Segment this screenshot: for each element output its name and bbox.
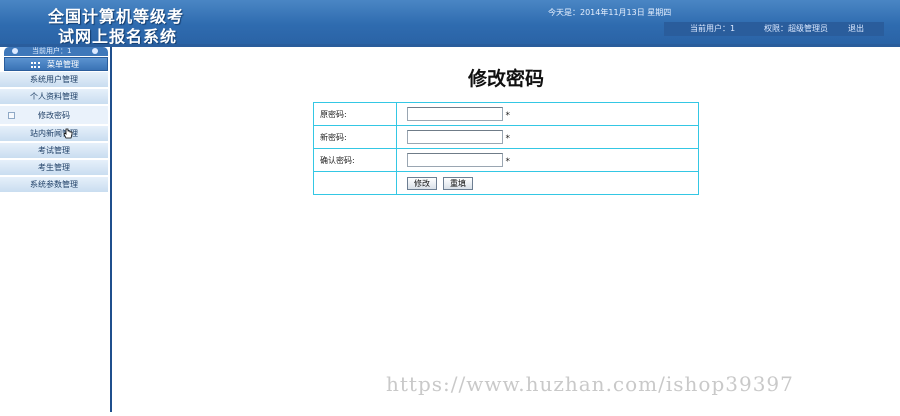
user-info-bar: 当前用户：1 权限：超级管理员 退出 [664,22,884,36]
menu-header[interactable]: 菜单管理 [4,57,108,71]
page-title: 修改密码 [467,68,544,90]
home-icon [12,48,18,54]
sidebar-item-label: 个人资料管理 [30,92,78,101]
menu-icon [31,62,40,68]
required-mark: * [505,111,511,121]
sidebar-item-change-password[interactable]: 修改密码 [0,106,108,125]
header-divider [0,44,900,47]
menu-header-label: 菜单管理 [47,60,79,69]
logout-link[interactable]: 退出 [848,23,864,34]
sidebar-item-candidates[interactable]: 考生管理 [0,160,108,176]
old-password-label: 原密码: [313,102,397,126]
sidebar-item-system-params[interactable]: 系统参数管理 [0,177,108,193]
sidebar-item-exams[interactable]: 考试管理 [0,143,108,159]
sidebar-item-label: 考试管理 [38,146,70,155]
sidebar-user-strip: 当前用户：1 [4,47,108,56]
new-password-label: 新密码: [313,125,397,149]
reset-button[interactable]: 重填 [443,176,473,190]
form-row-actions: 修改 重填 [313,171,699,195]
hand-cursor-icon [63,128,73,139]
form-row-old-password: 原密码: * [313,102,699,126]
old-password-input[interactable] [407,107,503,121]
sidebar-item-label: 修改密码 [38,111,70,120]
refresh-icon[interactable] [92,48,98,54]
empty-cell [313,171,397,195]
required-mark: * [505,157,511,167]
sidebar: 当前用户：1 菜单管理 系统用户管理 个人资料管理 修改密码 站内新闻管理 考试… [0,47,112,412]
new-password-input[interactable] [407,130,503,144]
top-banner: 全国计算机等级考 试网上报名系统 今天是：2014年11月13日 星期四 当前用… [0,0,900,46]
sidebar-item-system-users[interactable]: 系统用户管理 [0,72,108,88]
sidebar-user-label: 当前用户：1 [32,47,72,55]
current-user-label: 当前用户：1 [690,24,736,33]
sidebar-item-label: 考生管理 [38,163,70,172]
form-row-confirm-password: 确认密码: * [313,148,699,172]
main-content: 修改密码 原密码: * 新密码: * 确认密码: * 修改 重填 [112,54,900,412]
sidebar-item-profile[interactable]: 个人资料管理 [0,89,108,105]
sidebar-item-news[interactable]: 站内新闻管理 [0,126,108,142]
submit-button[interactable]: 修改 [407,176,437,190]
required-mark: * [505,134,511,144]
confirm-password-input[interactable] [407,153,503,167]
change-password-form: 原密码: * 新密码: * 确认密码: * 修改 重填 [313,102,699,195]
current-date: 今天是：2014年11月13日 星期四 [548,8,672,17]
expand-icon [8,112,15,119]
confirm-password-label: 确认密码: [313,148,397,172]
new-password-cell: * [396,125,699,149]
role-label: 权限：超级管理员 [764,24,828,33]
sidebar-item-label: 系统用户管理 [30,75,78,84]
watermark: https://www.huzhan.com/ishop39397 [386,372,794,396]
actions-cell: 修改 重填 [396,171,699,195]
confirm-password-cell: * [396,148,699,172]
sidebar-item-label: 系统参数管理 [30,180,78,189]
old-password-cell: * [396,102,699,126]
form-row-new-password: 新密码: * [313,125,699,149]
